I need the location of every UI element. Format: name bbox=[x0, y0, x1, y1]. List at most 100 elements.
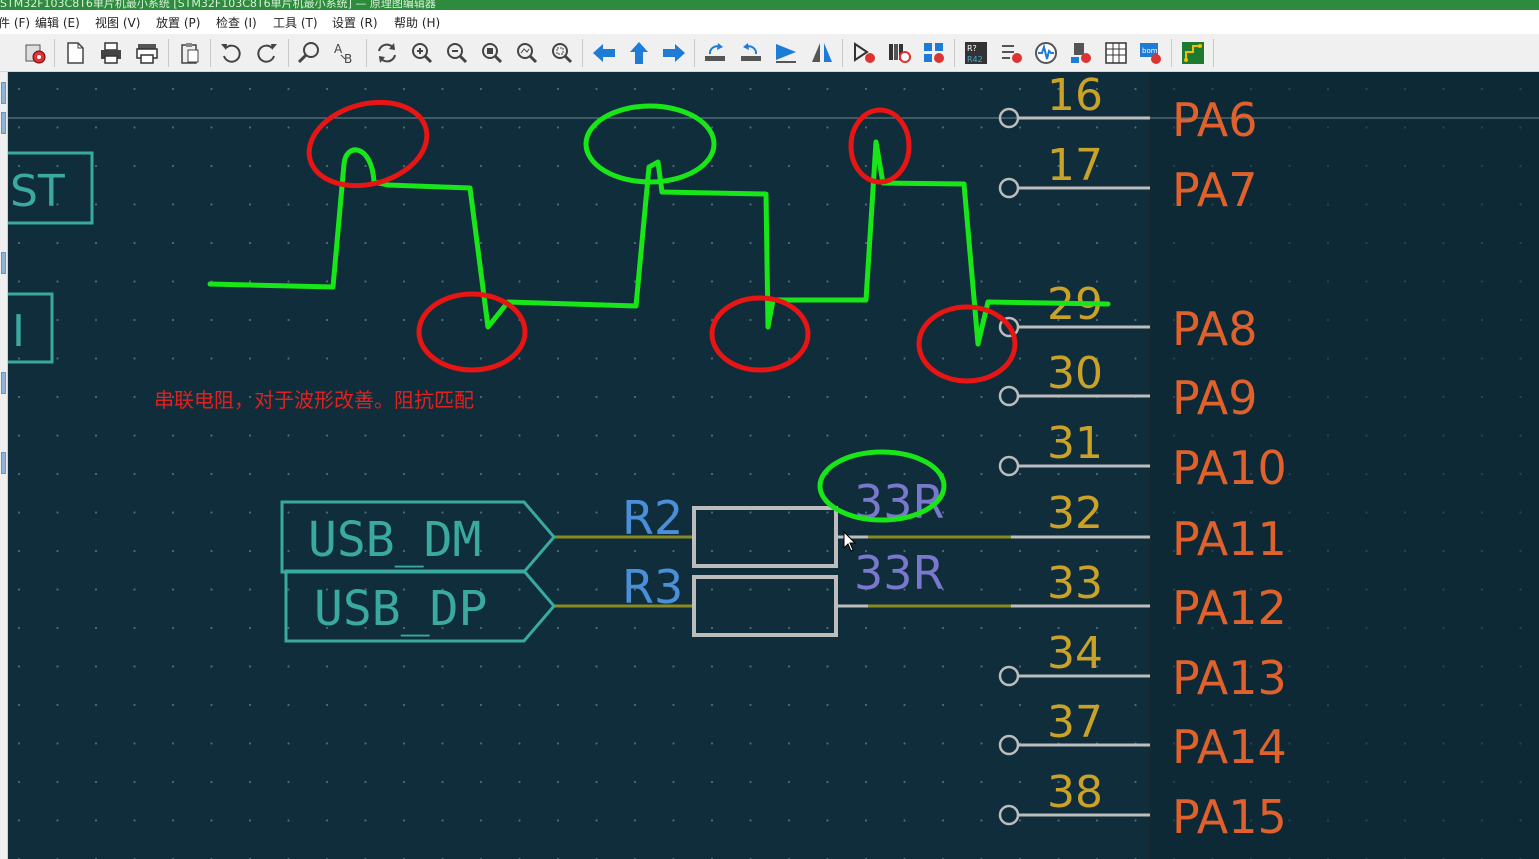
mirror-horizontal-button[interactable] bbox=[771, 37, 801, 69]
symbol-fields-button[interactable] bbox=[919, 37, 949, 69]
pin-name: PA15 bbox=[1172, 790, 1287, 844]
left-tool-button[interactable] bbox=[1, 82, 6, 104]
find-button[interactable] bbox=[294, 37, 324, 69]
pin-name: PA6 bbox=[1172, 93, 1258, 147]
resistor-ref: R2 bbox=[622, 491, 683, 545]
menu-place[interactable]: 放置 (P) bbox=[156, 14, 200, 31]
left-tool-button[interactable] bbox=[1, 252, 6, 274]
footprint-assign-icon bbox=[1071, 43, 1091, 63]
schematic-setup-button[interactable] bbox=[20, 37, 50, 69]
pin-number: 37 bbox=[1047, 697, 1103, 748]
fields-table-button[interactable] bbox=[1101, 37, 1131, 69]
page-settings-button[interactable] bbox=[60, 37, 90, 69]
menu-preferences[interactable]: 设置 (R) bbox=[332, 14, 378, 31]
footprint-assign-button[interactable] bbox=[1066, 37, 1096, 69]
toolbar-separator bbox=[954, 39, 955, 67]
pin-number: 30 bbox=[1047, 348, 1103, 399]
toolbar-separator bbox=[210, 39, 211, 67]
zoom-objects-button[interactable] bbox=[512, 37, 542, 69]
svg-text:bom: bom bbox=[1142, 47, 1158, 55]
rotate-cw-icon bbox=[741, 43, 761, 61]
menu-bar: 文件 (F) 编辑 (E) 视图 (V) 放置 (P) 检查 (I) 工具 (T… bbox=[0, 10, 1539, 34]
simulator-button[interactable] bbox=[1031, 37, 1061, 69]
svg-text:R?: R? bbox=[967, 44, 977, 53]
refresh-icon bbox=[378, 43, 396, 63]
find-icon bbox=[297, 42, 319, 64]
menu-inspect[interactable]: 检查 (I) bbox=[216, 14, 257, 31]
rotate-ccw-button[interactable] bbox=[700, 37, 730, 69]
erc-button[interactable] bbox=[996, 37, 1026, 69]
zoom-fit-button[interactable] bbox=[477, 37, 507, 69]
redo-icon bbox=[257, 44, 277, 63]
main-toolbar: AB R? R42 bom bbox=[0, 34, 1539, 72]
print-button[interactable] bbox=[96, 37, 126, 69]
toolbar-separator bbox=[168, 39, 169, 67]
navigate-back-button[interactable] bbox=[589, 37, 619, 69]
refresh-button[interactable] bbox=[372, 37, 402, 69]
symbol-library-button[interactable] bbox=[884, 37, 914, 69]
bom-button[interactable]: bom bbox=[1136, 37, 1166, 69]
zoom-in-button[interactable] bbox=[407, 37, 437, 69]
schematic-drawing: ST I 16 PA6 17 PA7 29 PA8 30 PA9 31 PA10… bbox=[8, 72, 1539, 859]
menu-help[interactable]: 帮助 (H) bbox=[394, 14, 440, 31]
pin-name: PA13 bbox=[1172, 651, 1287, 705]
zoom-fit-icon bbox=[482, 43, 503, 64]
toolbar-separator bbox=[1171, 39, 1172, 67]
svg-text:B: B bbox=[344, 52, 352, 66]
pin-number: 16 bbox=[1047, 72, 1103, 121]
zoom-selection-icon bbox=[552, 43, 573, 64]
navigate-forward-button[interactable] bbox=[659, 37, 689, 69]
pin-name: PA12 bbox=[1172, 581, 1287, 635]
pin-name: PA10 bbox=[1172, 441, 1287, 495]
annotate-button[interactable]: R? R42 bbox=[961, 37, 991, 69]
navigate-up-icon bbox=[630, 42, 648, 64]
annotation-text: 串联电阻，对于波形改善。阻抗匹配 bbox=[154, 388, 474, 412]
undo-button[interactable] bbox=[216, 37, 246, 69]
pcb-editor-button[interactable] bbox=[1178, 37, 1208, 69]
toolbar-separator bbox=[1213, 39, 1214, 67]
paste-icon bbox=[181, 43, 199, 64]
left-tool-button[interactable] bbox=[1, 372, 6, 394]
schematic-canvas[interactable]: ST I 16 PA6 17 PA7 29 PA8 30 PA9 31 PA10… bbox=[8, 72, 1539, 859]
global-label-text: USB_DP bbox=[314, 581, 487, 637]
menu-view[interactable]: 视图 (V) bbox=[95, 14, 140, 31]
mirror-vertical-button[interactable] bbox=[807, 37, 837, 69]
menu-file[interactable]: 文件 (F) bbox=[0, 14, 30, 31]
pin-name: PA11 bbox=[1172, 512, 1287, 566]
navigate-up-button[interactable] bbox=[624, 37, 654, 69]
toolbar-separator bbox=[288, 39, 289, 67]
pin-name: PA7 bbox=[1172, 163, 1258, 217]
schematic-setup-icon bbox=[25, 44, 46, 64]
zoom-out-button[interactable] bbox=[442, 37, 472, 69]
resistor-value: 33R bbox=[854, 546, 945, 600]
undo-icon bbox=[221, 44, 241, 63]
redo-button[interactable] bbox=[252, 37, 282, 69]
pin-number: 38 bbox=[1047, 767, 1103, 818]
simulator-icon bbox=[1035, 42, 1057, 64]
plot-icon bbox=[136, 44, 158, 64]
global-label-text: USB_DM bbox=[308, 512, 481, 568]
menu-tools[interactable]: 工具 (T) bbox=[273, 14, 318, 31]
pin-name: PA14 bbox=[1172, 720, 1287, 774]
plot-button[interactable] bbox=[132, 37, 162, 69]
left-tool-button[interactable] bbox=[1, 452, 6, 474]
left-tool-button[interactable] bbox=[1, 112, 6, 134]
symbol-fields-icon bbox=[924, 43, 944, 63]
fields-table-icon bbox=[1105, 42, 1127, 64]
toolbar-separator bbox=[366, 39, 367, 67]
pin-number: 34 bbox=[1047, 628, 1103, 679]
zoom-objects-icon bbox=[517, 43, 538, 64]
print-icon bbox=[101, 42, 121, 64]
rotate-cw-button[interactable] bbox=[736, 37, 766, 69]
pcb-editor-icon bbox=[1182, 42, 1204, 64]
symbol-editor-button[interactable] bbox=[849, 37, 879, 69]
mirror-vertical-icon bbox=[812, 43, 832, 62]
zoom-selection-button[interactable] bbox=[547, 37, 577, 69]
menu-edit[interactable]: 编辑 (E) bbox=[35, 14, 80, 31]
paste-button[interactable] bbox=[175, 37, 205, 69]
toolbar-separator bbox=[694, 39, 695, 67]
bom-icon: bom bbox=[1140, 43, 1161, 64]
navigate-forward-icon bbox=[663, 44, 685, 62]
mirror-horizontal-icon bbox=[776, 44, 796, 63]
find-replace-button[interactable]: AB bbox=[330, 37, 360, 69]
